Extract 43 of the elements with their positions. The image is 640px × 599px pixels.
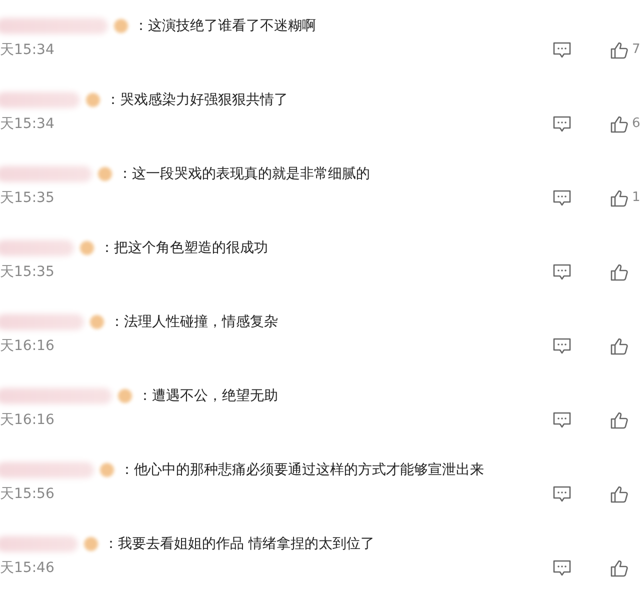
comment-time: 天16:16 xyxy=(0,410,54,430)
blurred-badge-icon xyxy=(100,463,114,477)
thumbs-up-icon[interactable] xyxy=(610,115,628,133)
blurred-badge-icon xyxy=(98,167,112,181)
like-count: 1 xyxy=(632,189,640,208)
thumbs-up-icon[interactable] xyxy=(610,189,628,207)
comment-icon[interactable] xyxy=(552,411,572,429)
comment-text: ：这演技绝了谁看了不迷糊啊 xyxy=(134,16,316,36)
like-count: 6 xyxy=(632,115,640,134)
comment-text: ：我要去看姐姐的作品 情绪拿捏的太到位了 xyxy=(104,534,374,554)
comment-text: ：哭戏感染力好强狠狠共情了 xyxy=(106,90,288,110)
comment-icon[interactable] xyxy=(552,115,572,133)
comment-icon[interactable] xyxy=(552,263,572,281)
comment-icon[interactable] xyxy=(552,337,572,355)
blurred-badge-icon xyxy=(84,537,98,551)
thumbs-up-icon[interactable] xyxy=(610,337,628,355)
thumbs-up-icon[interactable] xyxy=(610,559,628,577)
comment-icon[interactable] xyxy=(552,485,572,503)
comment-text: ：遭遇不公，绝望无助 xyxy=(138,386,278,406)
comment-text: ：他心中的那种悲痛必须要通过这样的方式才能够宣泄出来 xyxy=(120,460,484,480)
blurred-badge-icon xyxy=(114,19,128,33)
blurred-badge-icon xyxy=(118,389,132,403)
comment-icon[interactable] xyxy=(552,189,572,207)
comment-time: 天15:35 xyxy=(0,188,54,208)
comment-time: 天16:16 xyxy=(0,336,54,356)
comment-time: 天15:34 xyxy=(0,114,54,134)
comment-time: 天15:35 xyxy=(0,262,54,282)
thumbs-up-icon[interactable] xyxy=(610,411,628,429)
comment-text: ：把这个角色塑造的很成功 xyxy=(100,238,268,258)
comment-icon[interactable] xyxy=(552,559,572,577)
comment-text: ：这一段哭戏的表现真的就是非常细腻的 xyxy=(118,164,370,184)
blurred-badge-icon xyxy=(80,241,94,255)
comment-icon[interactable] xyxy=(552,41,572,59)
blurred-badge-icon xyxy=(86,93,100,107)
comment-time: 天15:46 xyxy=(0,558,54,578)
like-count: 7 xyxy=(632,41,640,60)
comment-time: 天15:34 xyxy=(0,40,54,60)
blurred-badge-icon xyxy=(90,315,104,329)
thumbs-up-icon[interactable] xyxy=(610,263,628,281)
comment-text: ：法理人性碰撞，情感复杂 xyxy=(110,312,278,332)
comment-time: 天15:56 xyxy=(0,484,54,504)
thumbs-up-icon[interactable] xyxy=(610,485,628,503)
thumbs-up-icon[interactable] xyxy=(610,41,628,59)
